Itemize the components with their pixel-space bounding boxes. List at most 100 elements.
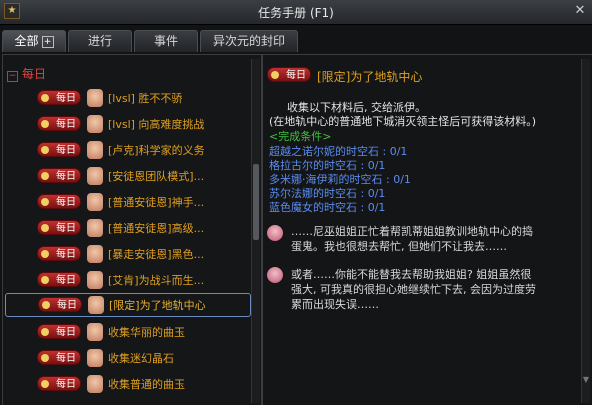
dialog-line: ……尼巫姐姐正忙着帮凯蒂姐姐教训地轨中心的捣 (291, 225, 533, 238)
quest-name: 收集华丽的曲玉 (108, 326, 185, 339)
window-title: 任务手册 (F1) (258, 6, 334, 20)
tab-bar: 全部 + 进行 事件 异次元的封印 (0, 30, 592, 52)
quest-row[interactable]: 每日 收集华丽的曲玉 (31, 321, 249, 343)
plus-icon[interactable]: + (41, 35, 54, 48)
npc-portrait-icon (267, 225, 283, 241)
quest-name: [普通安徒恩]神手... (108, 196, 205, 209)
close-icon[interactable]: ✕ (572, 3, 588, 19)
daily-badge: 每日 (37, 220, 81, 235)
badge-label: 每日 (56, 171, 76, 182)
tab-in-progress[interactable]: 进行 (68, 30, 132, 52)
dialog-line: 蛋鬼。我也很想去帮忙, 但她们不让我去…… (291, 240, 507, 253)
npc-portrait-icon (267, 267, 283, 283)
quest-name: [lvsl] 向高难度挑战 (108, 118, 205, 131)
npc-avatar-icon (87, 115, 103, 133)
badge-label: 每日 (56, 223, 76, 234)
npc-avatar-icon (87, 271, 103, 289)
badge-label: 每日 (286, 70, 306, 81)
quest-detail-header: 每日 [限定]为了地轨中心 (267, 65, 567, 85)
badge-label: 每日 (56, 93, 76, 104)
badge-dot-icon (41, 224, 49, 232)
quest-row[interactable]: 每日 [普通安徒恩]神手... (31, 191, 249, 213)
quest-name: [lvsl] 胜不不骄 (108, 92, 183, 105)
quest-name: 收集普通的曲玉 (108, 378, 185, 391)
badge-label: 每日 (56, 327, 76, 338)
daily-badge: 每日 (267, 67, 311, 82)
quest-row[interactable]: 每日 [艾肯]为战斗而生... (31, 269, 249, 291)
badge-dot-icon (41, 250, 49, 258)
npc-avatar-icon (87, 193, 103, 211)
npc-avatar-icon (87, 167, 103, 185)
npc-dialog: ……尼巫姐姐正忙着帮凯蒂姐姐教训地轨中心的捣 蛋鬼。我也很想去帮忙, 但她们不让… (291, 224, 581, 254)
collapse-icon[interactable]: − (7, 71, 18, 82)
badge-label: 每日 (56, 119, 76, 130)
daily-badge: 每日 (37, 350, 81, 365)
quest-name: [限定]为了地轨中心 (109, 299, 206, 312)
npc-dialog: 或者……你能不能替我去帮助我姐姐? 姐姐虽然很 强大, 可我真的很担心她继续忙下… (291, 267, 581, 312)
daily-badge: 每日 (37, 142, 81, 157)
quest-row-selected[interactable]: 每日 [限定]为了地轨中心 (5, 293, 251, 317)
npc-avatar-icon (88, 296, 104, 314)
badge-label: 每日 (56, 145, 76, 156)
badge-label: 每日 (56, 197, 76, 208)
daily-badge: 每日 (37, 272, 81, 287)
tab-dimension-seal-label: 异次元的封印 (212, 34, 285, 48)
scrollbar-thumb[interactable] (253, 164, 259, 240)
npc-avatar-icon (87, 141, 103, 159)
category-label: 每日 (22, 67, 47, 81)
dialog-line: 累而出现失误…… (291, 298, 379, 311)
quest-detail-scrollbar[interactable]: ▼ (581, 59, 590, 403)
quest-row[interactable]: 每日 [暴走安徒恩]黑色... (31, 243, 249, 265)
badge-label: 每日 (56, 275, 76, 286)
quest-title: [限定]为了地轨中心 (317, 70, 423, 84)
quest-list-panel: − 每日 每日 [lvsl] 胜不不骄 每日 [lvsl] 向高难度挑战 每日 [卢克]… (2, 54, 262, 405)
tab-events[interactable]: 事件 (134, 30, 198, 52)
quest-row[interactable]: 每日 [安徒恩团队模式]... (31, 165, 249, 187)
category-daily[interactable]: − 每日 (7, 65, 46, 82)
quest-name: [艾肯]为战斗而生... (108, 274, 205, 287)
badge-label: 每日 (56, 353, 76, 364)
badge-dot-icon (41, 198, 49, 206)
npc-avatar-icon (87, 323, 103, 341)
title-bar[interactable]: ★ 任务手册 (F1) ✕ (0, 0, 592, 25)
badge-dot-icon (41, 94, 49, 102)
badge-dot-icon (41, 146, 49, 154)
quest-row[interactable]: 每日 收集普通的曲玉 (31, 373, 249, 395)
badge-dot-icon (41, 354, 49, 362)
completion-conditions-header: <完成条件> (269, 130, 332, 143)
tab-all[interactable]: 全部 + (2, 30, 66, 52)
badge-dot-icon (41, 328, 49, 336)
quest-list-scrollbar[interactable] (251, 59, 260, 403)
daily-badge: 每日 (37, 168, 81, 183)
dialog-line: 或者……你能不能替我去帮助我姐姐? 姐姐虽然很 (291, 268, 532, 281)
daily-badge: 每日 (37, 246, 81, 261)
badge-dot-icon (42, 301, 50, 309)
scroll-down-icon[interactable]: ▼ (582, 375, 590, 385)
quest-manual-window: ★ 任务手册 (F1) ✕ 全部 + 进行 事件 异次元的封印 − 每日 每日 [lv… (0, 0, 592, 405)
badge-dot-icon (41, 380, 49, 388)
quest-row[interactable]: 每日 [卢克]科学家的义务 (31, 139, 249, 161)
quest-row[interactable]: 每日 [lvsl] 胜不不骄 (31, 87, 249, 109)
quest-detail-panel: 每日 [限定]为了地轨中心 收集以下材料后, 交给派伊。 (在地轨中心的普通地下… (262, 54, 592, 405)
quest-row[interactable]: 每日 [lvsl] 向高难度挑战 (31, 113, 249, 135)
tab-dimension-seal[interactable]: 异次元的封印 (200, 30, 298, 52)
npc-avatar-icon (87, 245, 103, 263)
npc-avatar-icon (87, 219, 103, 237)
badge-dot-icon (41, 120, 49, 128)
daily-badge: 每日 (37, 376, 81, 391)
daily-badge: 每日 (37, 194, 81, 209)
quest-row[interactable]: 每日 收集迷幻晶石 (31, 347, 249, 369)
npc-avatar-icon (87, 375, 103, 393)
quest-name: [卢克]科学家的义务 (108, 144, 205, 157)
daily-badge: 每日 (37, 90, 81, 105)
quest-name: [安徒恩团队模式]... (108, 170, 205, 183)
quest-row[interactable]: 每日 [普通安徒恩]高级... (31, 217, 249, 239)
badge-label: 每日 (56, 249, 76, 260)
tab-events-label: 事件 (153, 34, 178, 48)
quest-description-note: (在地轨中心的普通地下城消灭领主怪后可获得该材料。) (269, 115, 537, 128)
badge-label: 每日 (57, 300, 77, 311)
dialog-line: 强大, 可我真的很担心她继续忙下去, 会因为过度劳 (291, 283, 536, 296)
tab-all-label: 全部 (14, 34, 39, 48)
quest-name: 收集迷幻晶石 (108, 352, 174, 365)
quest-name: [普通安徒恩]高级... (108, 222, 205, 235)
